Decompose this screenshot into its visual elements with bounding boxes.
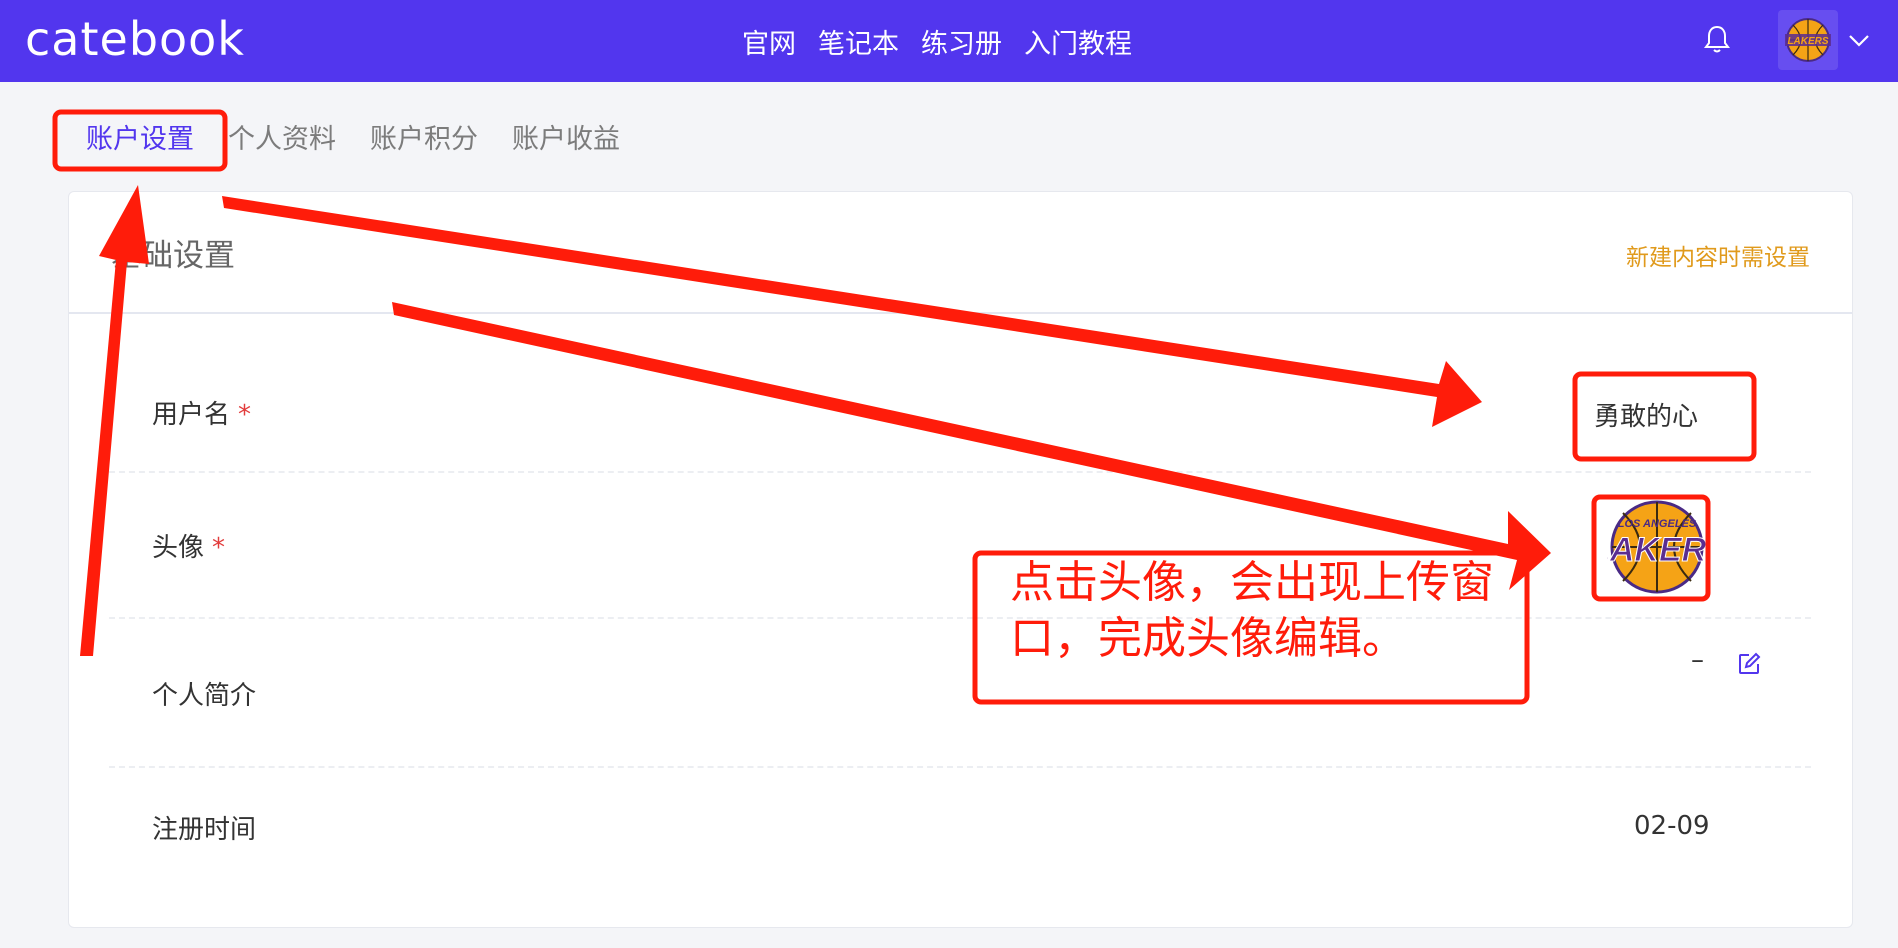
arrow-up-icon: [80, 185, 149, 656]
annotation-overlay: [52, 109, 1757, 705]
highlight-box-username: [1572, 371, 1757, 462]
highlight-box-tab: [52, 109, 228, 172]
highlight-box-avatar: [1591, 494, 1711, 602]
annotation-text: 点击头像，会出现上传窗口，完成头像编辑。: [1010, 557, 1494, 664]
arrow-right-icon: [392, 302, 1551, 590]
